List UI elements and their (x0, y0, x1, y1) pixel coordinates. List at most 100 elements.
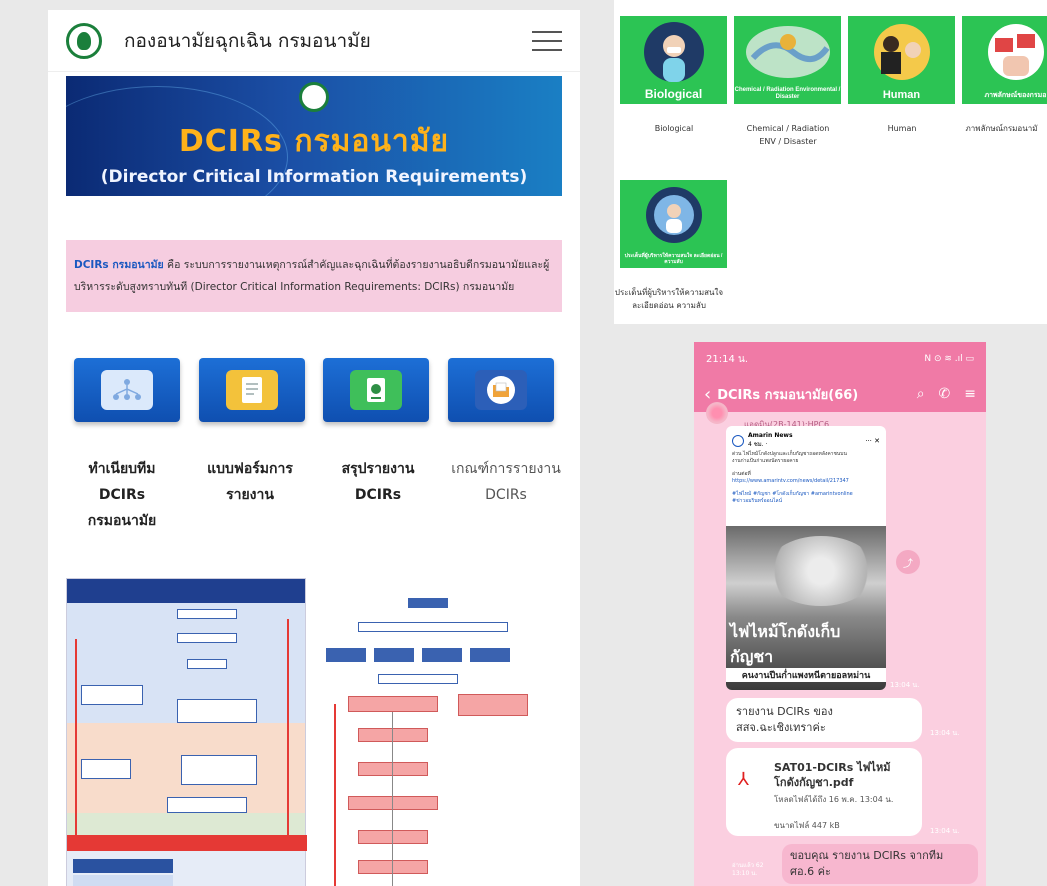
flowchart-images (66, 578, 562, 886)
news-subline: คนงานปีนก่ำแพงหนีตายอลหม่าน (726, 668, 886, 682)
smoke-cloud (766, 536, 876, 606)
flowchart-node (187, 659, 227, 669)
file-name: SAT01-DCIRs ไฟไหม้ โกดังกัญชา.pdf (774, 761, 891, 789)
disaster-map-icon (734, 16, 841, 86)
flowchart-line (392, 712, 393, 886)
search-icon[interactable]: ⌕ (917, 386, 925, 402)
news-post-header: Amarin News 4 ชม. · ··· ✕ (726, 426, 886, 451)
flowchart-node (358, 860, 428, 874)
menu-icon[interactable]: ≡ (964, 386, 976, 402)
back-arrow-icon[interactable]: ‹ (704, 384, 711, 405)
flowchart-node (378, 674, 458, 684)
dcirs-flowchart-detail-image[interactable] (318, 578, 548, 886)
card-label-form[interactable]: แบบฟอร์มการ รายงาน (192, 456, 308, 534)
pdf-file-icon: ⅄ (738, 769, 749, 790)
status-icons: N ⊙ ≋ .ıl ▭ (924, 354, 974, 364)
human-incident-icon (848, 16, 955, 86)
folder-icon (474, 370, 527, 410)
card-label-summary[interactable]: สรุปรายงาน DCIRs (320, 456, 436, 534)
flowchart-band (67, 813, 305, 837)
card-label-criteria[interactable]: เกณฑ์การรายงาน DCIRs (448, 456, 564, 534)
intro-brand: DCIRs กรมอนามัย (74, 259, 164, 271)
line-chat-screenshot: 21:14 น. N ⊙ ≋ .ıl ▭ ‹ DCIRs กรมอนามัย(6… (694, 342, 986, 886)
card-report-criteria[interactable] (447, 358, 554, 422)
card-summary-report[interactable] (323, 358, 430, 422)
dcirs-banner: DCIRs กรมอนามัย (Director Critical Infor… (66, 76, 562, 196)
form-icon (225, 370, 278, 410)
banner-seal-logo (299, 82, 329, 112)
flowchart-node (358, 762, 428, 776)
tile-title: Human (882, 89, 921, 101)
news-link[interactable]: https://www.amarintv.com/news/detail/217… (726, 478, 886, 485)
message-time: 13:04 น. (930, 729, 960, 737)
hamburger-menu-icon[interactable] (532, 30, 562, 51)
category-tile-human[interactable]: Human (848, 16, 955, 104)
dcirs-flowchart-overview-image[interactable] (66, 578, 307, 886)
category-grid-screenshot: Biological Chemical / Radiation Environm… (614, 0, 1047, 324)
flowchart-line (287, 619, 289, 839)
card-label-line: สรุปรายงาน (341, 461, 415, 477)
shared-news-post[interactable]: Amarin News 4 ชม. · ··· ✕ ด่วน ไฟไหม้โกด… (726, 426, 886, 690)
card-label-team[interactable]: ทำเนียบทีม DCIRs กรมอนามัย (64, 456, 180, 534)
tile-title: Chemical / Radiation Environmental / Dis… (734, 87, 841, 100)
flowchart-line (75, 639, 77, 839)
card-label-line: DCIRs (354, 487, 402, 503)
category-caption[interactable]: Human (842, 122, 962, 135)
category-caption[interactable]: ภาพลักษณ์กรมอนามั (956, 122, 1047, 135)
biohazard-person-icon (620, 16, 727, 86)
card-label-line: ทำเนียบทีม DCIRs (88, 461, 156, 503)
my-message-bubble[interactable]: ขอบคุณ รายงาน DCIRs จากทีม ศอ.6 ค่ะ (782, 844, 978, 884)
news-text: งานก่าแป้นก่าแพงนัดรายอคาย (732, 458, 799, 464)
chat-header: ‹ DCIRs กรมอนามัย(66) ⌕ ✆ ≡ (694, 376, 986, 412)
more-close-icon[interactable]: ··· ✕ (865, 437, 880, 445)
news-fire-photo[interactable]: ไฟไหม้โกดังเก็บกัญชา คนงานปีนก่ำแพงหนีตา… (726, 526, 886, 690)
sender-avatar[interactable] (706, 402, 728, 424)
flowchart-node (358, 622, 508, 632)
card-report-form[interactable] (198, 358, 305, 422)
status-bar: 21:14 น. N ⊙ ≋ .ıl ▭ (694, 342, 986, 376)
news-tags[interactable]: #ไฟไหม้ #กัญชา #โกดังเก็บกัญชา #amarintv… (726, 491, 886, 498)
news-headline: ไฟไหม้โกดังเก็บกัญชา (730, 624, 841, 666)
flowchart-node (177, 633, 237, 643)
category-tile-biological[interactable]: Biological (620, 16, 727, 104)
read-receipt: อ่านแล้ว 62 13:10 น. (732, 862, 764, 878)
news-read-more: อ่านต่อที่ (732, 471, 751, 477)
file-message-bubble[interactable]: ⅄ SAT01-DCIRs ไฟไหม้ โกดังกัญชา.pdf โหลด… (726, 748, 922, 836)
banner-subtitle: (Director Critical Information Requireme… (100, 167, 528, 187)
share-icon[interactable]: ⤴ (896, 550, 920, 574)
flowchart-response-body (73, 875, 173, 886)
category-caption[interactable]: Chemical / Radiation ENV / Disaster (738, 122, 838, 148)
news-tags[interactable]: #ข่าวอมรินทร์ออนไลน์ (726, 498, 886, 505)
flowchart-node (422, 648, 462, 662)
card-label-line: แบบฟอร์มการ (207, 461, 293, 477)
flowchart-node (181, 755, 257, 785)
category-tile-chemical[interactable]: Chemical / Radiation Environmental / Dis… (734, 16, 841, 104)
tile-title: Biological (644, 87, 703, 101)
flowchart-node (167, 797, 247, 813)
flowchart-line (334, 704, 336, 886)
flowchart-node (358, 728, 428, 742)
flowchart-title-bar (348, 580, 468, 590)
executive-globe-icon (620, 180, 727, 250)
flowchart-event-bar (67, 835, 307, 851)
department-seal-logo[interactable] (66, 22, 102, 59)
banner-title: DCIRs กรมอนามัย (178, 124, 450, 159)
news-text: ด่วน ไฟไหม้โกดังปลูกและเก็บกัญชาถอดหลังค… (732, 451, 847, 457)
category-tile-image[interactable]: ภาพลักษณ์ของกรมอ (962, 16, 1047, 104)
flowchart-node (458, 694, 528, 716)
card-team-directory[interactable] (74, 358, 180, 422)
flowchart-node (470, 648, 510, 662)
message-text: ขอบคุณ รายงาน DCIRs จากทีม ศอ.6 ค่ะ (790, 849, 944, 878)
phone-call-icon[interactable]: ✆ (939, 386, 951, 402)
flowchart-node (348, 696, 438, 712)
message-time: 13:04 น. (930, 827, 960, 835)
category-tile-executive[interactable]: ประเด็นที่ผู้บริหารให้ความสนใจ ละเอียดอ่… (620, 180, 727, 268)
summary-icon (350, 370, 403, 410)
image-megaphone-icon (962, 16, 1047, 86)
message-bubble[interactable]: รายงาน DCIRs ของ สสจ.ฉะเชิงเทราค่ะ (726, 698, 922, 742)
category-caption[interactable]: Biological (614, 122, 734, 135)
category-caption[interactable]: ประเด็นที่ผู้บริหารให้ความสนใจ ละเอียดอ่… (614, 286, 724, 312)
news-source-name: Amarin News (748, 432, 793, 439)
flowchart-node (358, 830, 428, 844)
card-label-line: เกณฑ์การรายงาน (451, 461, 561, 477)
